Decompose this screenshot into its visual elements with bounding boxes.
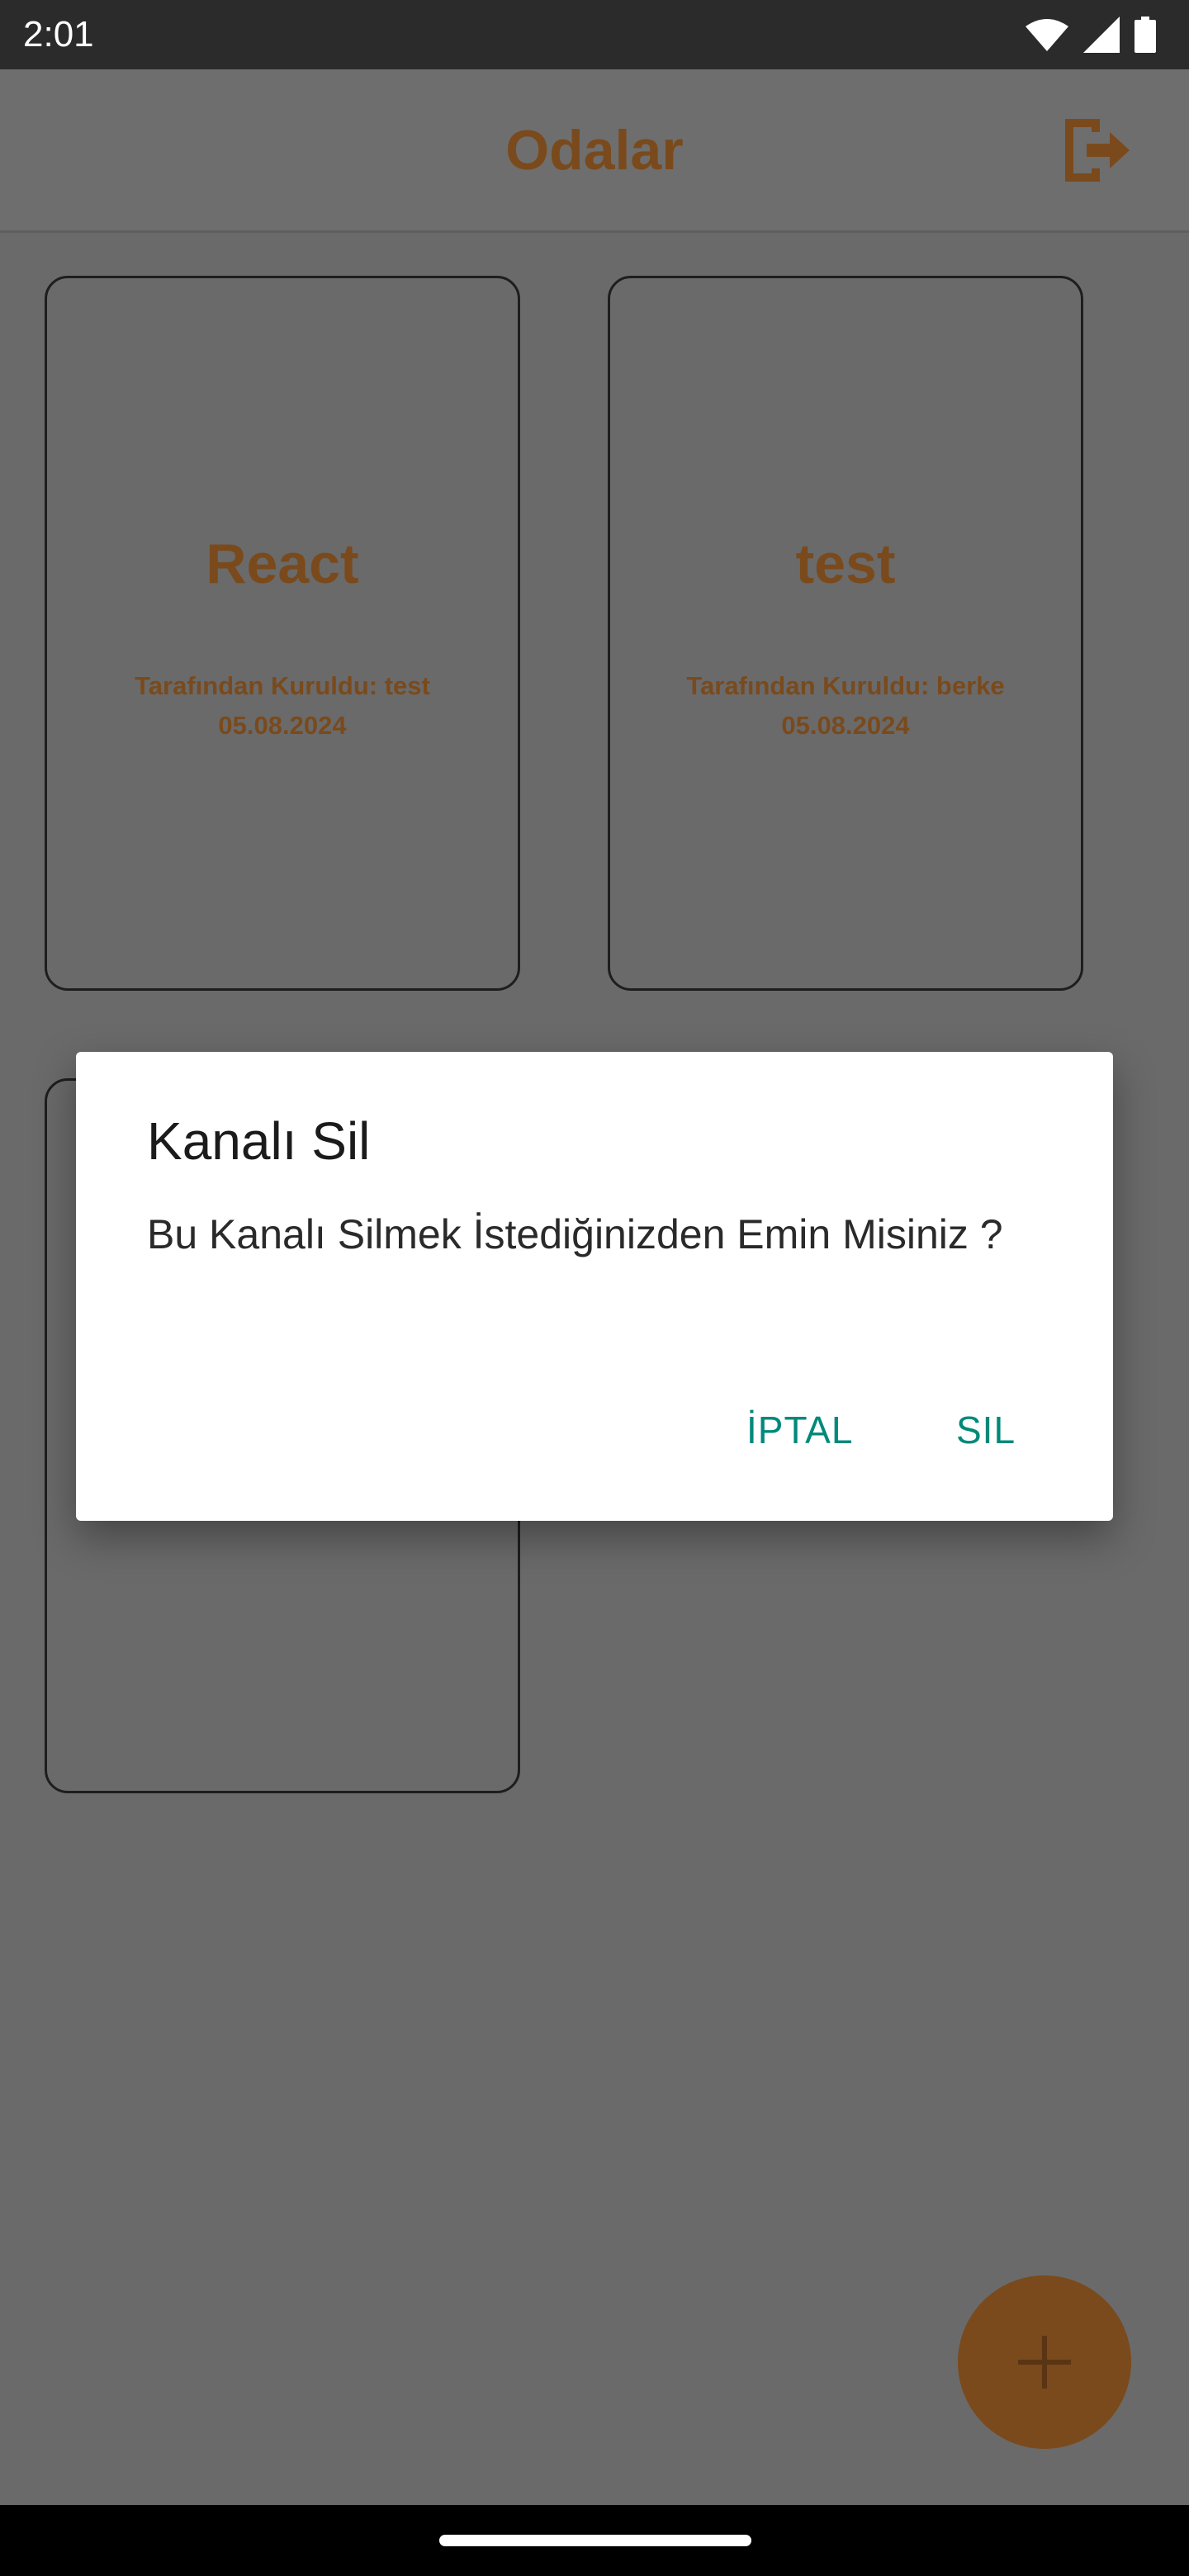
logout-icon xyxy=(1065,119,1130,182)
home-gesture-handle[interactable] xyxy=(439,2535,751,2546)
room-name: test xyxy=(795,533,896,595)
status-icons xyxy=(1026,15,1156,54)
room-creator: Tarafından Kuruldu: berke xyxy=(686,671,1005,700)
plus-icon xyxy=(1018,2336,1071,2389)
room-card-test[interactable]: test Tarafından Kuruldu: berke 05.08.202… xyxy=(608,276,1083,991)
wifi-icon xyxy=(1026,18,1068,51)
room-card-react[interactable]: React Tarafından Kuruldu: test 05.08.202… xyxy=(45,276,520,991)
room-meta: Tarafından Kuruldu: berke 05.08.2024 xyxy=(610,666,1081,746)
battery-icon xyxy=(1135,17,1156,53)
status-bar: 2:01 xyxy=(0,0,1189,69)
logout-button[interactable] xyxy=(1059,111,1138,190)
room-creator: Tarafından Kuruldu: test xyxy=(135,671,430,700)
app-bar: Odalar xyxy=(0,69,1189,233)
room-name: React xyxy=(206,533,359,595)
room-date: 05.08.2024 xyxy=(218,711,347,740)
signal-icon xyxy=(1083,17,1120,53)
add-room-button[interactable] xyxy=(958,2275,1131,2449)
cancel-button[interactable]: İPTAL xyxy=(746,1407,853,1453)
delete-channel-dialog: Kanalı Sil Bu Kanalı Silmek İstediğinizd… xyxy=(76,1052,1113,1521)
room-date: 05.08.2024 xyxy=(781,711,910,740)
dialog-title: Kanalı Sil xyxy=(147,1111,371,1171)
room-meta: Tarafından Kuruldu: test 05.08.2024 xyxy=(47,666,518,746)
status-time: 2:01 xyxy=(23,14,94,54)
page-title: Odalar xyxy=(505,119,684,182)
dialog-message: Bu Kanalı Silmek İstediğinizden Emin Mis… xyxy=(147,1211,1003,1257)
navigation-bar xyxy=(0,2505,1189,2576)
delete-button[interactable]: SIL xyxy=(956,1407,1016,1453)
